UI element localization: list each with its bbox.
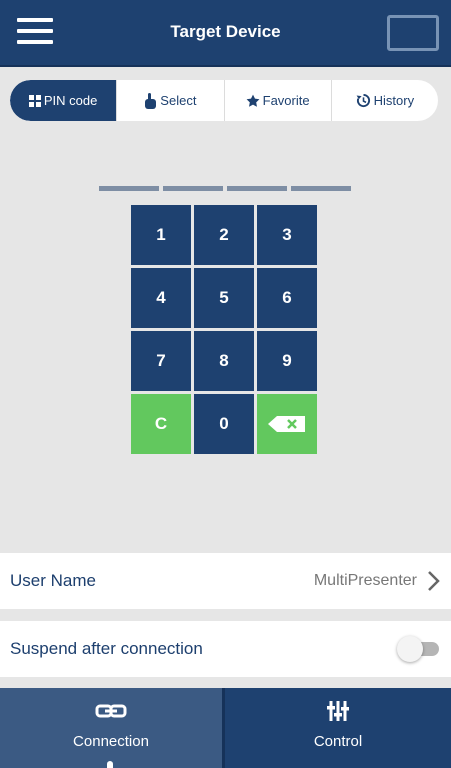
tab-favorite[interactable]: Favorite	[223, 80, 331, 121]
pin-slot	[163, 186, 223, 191]
pin-slot	[291, 186, 351, 191]
backspace-key[interactable]	[257, 394, 317, 454]
nav-connection[interactable]: Connection	[0, 688, 222, 768]
sliders-icon	[327, 701, 349, 721]
bottom-nav: Connection Control	[0, 688, 451, 768]
backspace-icon	[268, 416, 305, 432]
tab-select[interactable]: Select	[116, 80, 223, 121]
tab-label: PIN code	[43, 93, 98, 108]
app-header: Target Device	[0, 0, 451, 67]
link-icon	[95, 704, 127, 718]
active-indicator	[107, 761, 113, 768]
tab-pin-code[interactable]: PIN code	[10, 80, 117, 121]
pin-slot	[227, 186, 287, 191]
suspend-row: Suspend after connection	[0, 621, 451, 677]
user-name-row[interactable]: User Name MultiPresenter	[0, 553, 451, 609]
user-name-value: MultiPresenter	[313, 572, 417, 589]
key-1[interactable]: 1	[131, 205, 191, 265]
key-3[interactable]: 3	[257, 205, 317, 265]
nav-control-label: Control	[313, 733, 363, 750]
clear-key[interactable]: C	[131, 394, 191, 454]
user-name-label: User Name	[10, 571, 96, 590]
key-8[interactable]: 8	[194, 331, 254, 391]
key-6[interactable]: 6	[257, 268, 317, 328]
page-title: Target Device	[170, 22, 281, 41]
suspend-label: Suspend after connection	[10, 639, 203, 658]
tab-label: Select	[160, 93, 197, 108]
tab-label: Favorite	[262, 93, 310, 108]
chevron-right-icon	[428, 571, 440, 591]
history-icon	[356, 93, 370, 108]
pin-slot	[99, 186, 159, 191]
key-9[interactable]: 9	[257, 331, 317, 391]
key-0[interactable]: 0	[194, 394, 254, 454]
key-5[interactable]: 5	[194, 268, 254, 328]
nav-connection-label: Connection	[73, 733, 149, 750]
star-icon	[246, 94, 260, 107]
mode-tabs: PIN code Select Favorite History	[10, 80, 438, 121]
tab-history[interactable]: History	[330, 80, 438, 121]
key-4[interactable]: 4	[131, 268, 191, 328]
screen-share-icon[interactable]	[387, 15, 439, 51]
pin-keypad: 1 2 3 4 5 6 7 8 9 C 0	[131, 205, 317, 454]
key-2[interactable]: 2	[194, 205, 254, 265]
suspend-toggle[interactable]	[397, 636, 441, 662]
tab-label: History	[373, 93, 415, 108]
hand-pointer-icon	[145, 92, 157, 109]
grid-icon	[28, 94, 41, 107]
nav-control[interactable]: Control	[222, 688, 451, 768]
pin-display	[99, 186, 351, 191]
key-7[interactable]: 7	[131, 331, 191, 391]
